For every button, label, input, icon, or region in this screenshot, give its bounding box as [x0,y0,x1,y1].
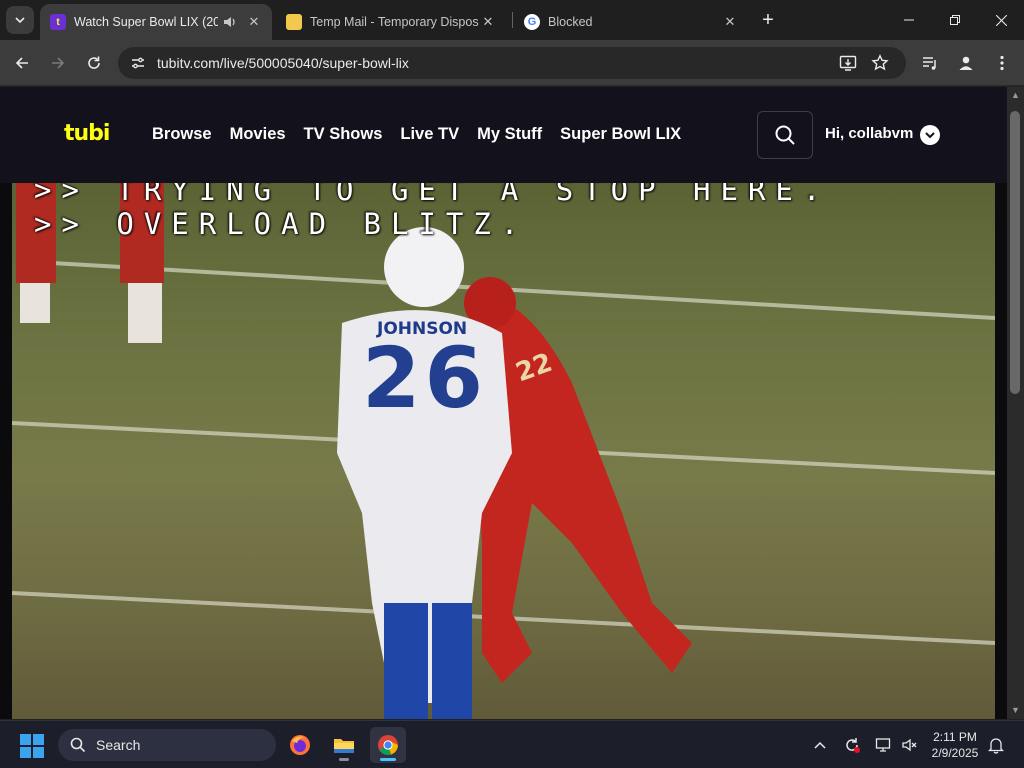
new-tab-button[interactable]: + [756,8,780,32]
tubi-search-button[interactable] [757,111,813,159]
scroll-up-arrow-icon[interactable]: ▲ [1011,91,1020,100]
forward-button[interactable] [46,51,70,75]
search-icon [70,737,86,753]
restore-button[interactable] [932,0,978,40]
close-window-button[interactable] [978,0,1024,40]
chrome-icon [378,735,398,755]
close-tab-icon[interactable]: ✕ [246,14,262,30]
tubi-nav: Browse Movies TV Shows Live TV My Stuff … [152,125,681,144]
temp-mail-favicon-icon [286,14,302,30]
show-hidden-icons-chevron-icon[interactable] [810,735,830,755]
close-tab-icon[interactable]: ✕ [722,14,738,30]
close-tab-icon[interactable]: ✕ [480,14,496,30]
tab-title: Temp Mail - Temporary Dispos [310,15,479,29]
reload-icon [88,56,100,69]
caption-line-2: >> OVERLOAD BLITZ. [34,207,529,241]
windows-taskbar: Search 2:11 PM 2/9/2025 [0,720,1024,768]
taskbar-clock[interactable]: 2:11 PM 2/9/2025 [922,729,988,761]
video-frame-image [12,183,995,719]
page-scrollbar[interactable]: ▲ ▼ [1007,87,1024,719]
speaker-icon[interactable] [222,14,238,30]
tubi-favicon-icon: t [50,14,66,30]
taskbar-search-label: Search [96,737,141,753]
reload-button[interactable] [82,51,106,75]
windows-start-icon[interactable] [20,734,44,758]
taskbar-file-explorer[interactable] [326,727,362,763]
address-bar[interactable]: tubitv.com/live/500005040/super-bowl-lix [118,47,906,79]
profile-icon[interactable] [954,51,978,75]
google-favicon-icon: G [524,14,540,30]
nav-tv-shows[interactable]: TV Shows [304,125,383,144]
web-page: tubi Browse Movies TV Shows Live TV My S… [0,87,1007,719]
tab-separator [512,12,513,28]
minimize-icon [904,19,914,21]
arrow-left-icon [15,57,28,69]
running-indicator [339,758,349,761]
back-button[interactable] [10,51,34,75]
network-icon[interactable] [874,735,894,755]
file-explorer-icon [334,739,354,753]
minimize-button[interactable] [886,0,932,40]
sync-alert-icon[interactable] [842,735,862,755]
jersey-number: 26 [362,329,487,427]
nav-my-stuff[interactable]: My Stuff [477,125,542,144]
taskbar-search-box[interactable]: Search [58,729,276,761]
tubi-logo[interactable]: tubi [64,121,110,146]
nav-super-bowl-lix[interactable]: Super Bowl LIX [560,125,681,144]
tab-super-bowl[interactable]: t Watch Super Bowl LIX (2025 ✕ [40,4,272,40]
clock-time: 2:11 PM [933,730,977,744]
more-menu-icon[interactable] [990,51,1014,75]
firefox-icon [290,735,310,755]
user-menu-chevron-icon[interactable] [920,125,940,145]
arrow-right-icon [52,57,65,69]
user-greeting[interactable]: Hi, collabvm [825,125,913,142]
site-info-icon[interactable] [128,53,148,73]
scroll-down-arrow-icon[interactable]: ▼ [1011,706,1020,715]
url-text: tubitv.com/live/500005040/super-bowl-lix [157,55,409,71]
close-icon [995,14,1007,26]
tab-blocked[interactable]: G Blocked ✕ [514,4,748,40]
nav-movies[interactable]: Movies [230,125,286,144]
video-player[interactable]: JOHNSON 26 22 >> TRYING TO GET A STOP HE… [12,183,995,719]
tab-title: Watch Super Bowl LIX (2025 [74,15,218,29]
taskbar-firefox[interactable] [282,727,318,763]
scrollbar-thumb[interactable] [1010,111,1020,394]
restore-icon [950,15,960,25]
bookmark-star-icon[interactable] [870,53,890,73]
media-controls-icon[interactable] [918,51,942,75]
browser-toolbar: tubitv.com/live/500005040/super-bowl-lix [0,40,1024,86]
taskbar-chrome[interactable] [370,727,406,763]
search-icon [775,125,795,145]
tab-strip: t Watch Super Bowl LIX (2025 ✕ Temp Mail… [0,0,1024,40]
nav-live-tv[interactable]: Live TV [400,125,459,144]
chevron-down-icon [15,17,25,24]
clock-date: 2/9/2025 [931,746,979,760]
running-indicator [380,758,396,761]
caption-line-1: >> TRYING TO GET A STOP HERE. [34,183,831,207]
nav-browse[interactable]: Browse [152,125,212,144]
volume-muted-icon[interactable] [900,735,920,755]
tab-temp-mail[interactable]: Temp Mail - Temporary Dispos ✕ [276,4,506,40]
tubi-header: tubi Browse Movies TV Shows Live TV My S… [0,87,1007,183]
tab-title: Blocked [548,15,593,29]
install-app-icon[interactable] [838,53,858,73]
notifications-bell-icon[interactable] [986,735,1006,755]
tab-search-button[interactable] [6,6,34,34]
